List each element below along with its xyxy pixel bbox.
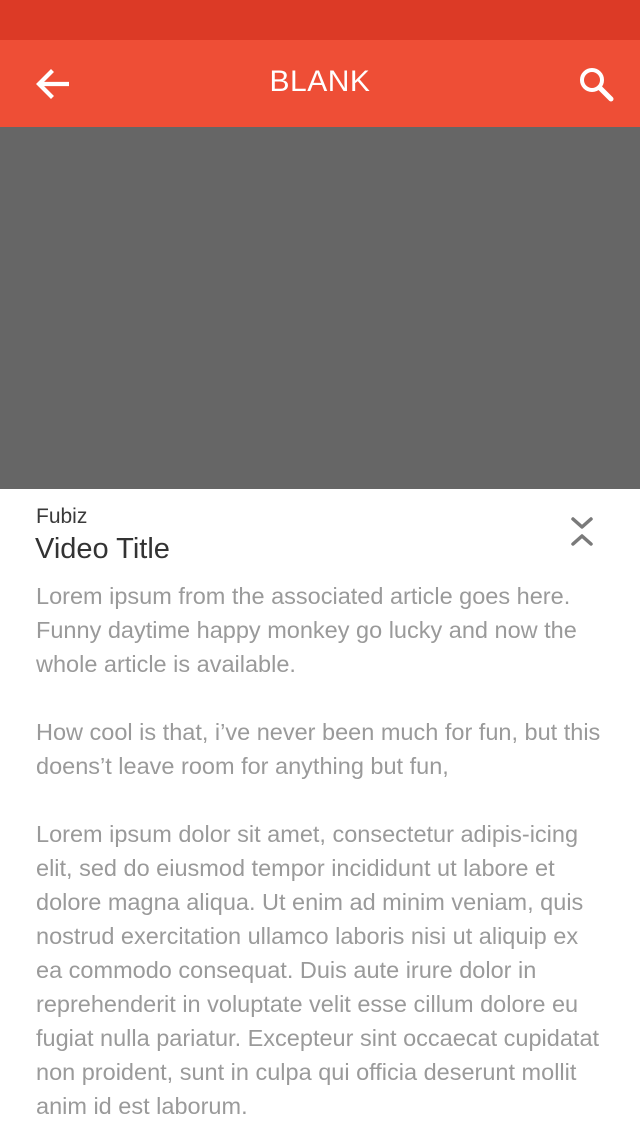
app-bar: BLANK: [0, 40, 640, 127]
app-title: BLANK: [269, 65, 371, 98]
search-button[interactable]: [572, 60, 620, 108]
video-player[interactable]: [0, 127, 640, 489]
article-paragraph: Lorem ipsum dolor sit amet, consectetur …: [36, 821, 600, 1119]
collapse-expand-chevrons-icon: [571, 517, 593, 546]
collapse-toggle-button[interactable]: [560, 509, 604, 553]
status-bar: [0, 0, 640, 40]
article-paragraph: Lorem ipsum from the associated article …: [36, 583, 577, 677]
article-body: Lorem ipsum from the associated article …: [36, 579, 606, 1136]
video-source: Fubiz: [36, 505, 88, 528]
back-button[interactable]: [28, 60, 76, 108]
article-content: Fubiz Video Title Lorem ipsum from the a…: [0, 489, 640, 1136]
video-title: Video Title: [35, 533, 170, 565]
arrow-back-icon: [36, 69, 69, 99]
search-icon: [580, 68, 614, 102]
article-paragraph: How cool is that, i’ve never been much f…: [36, 719, 601, 779]
